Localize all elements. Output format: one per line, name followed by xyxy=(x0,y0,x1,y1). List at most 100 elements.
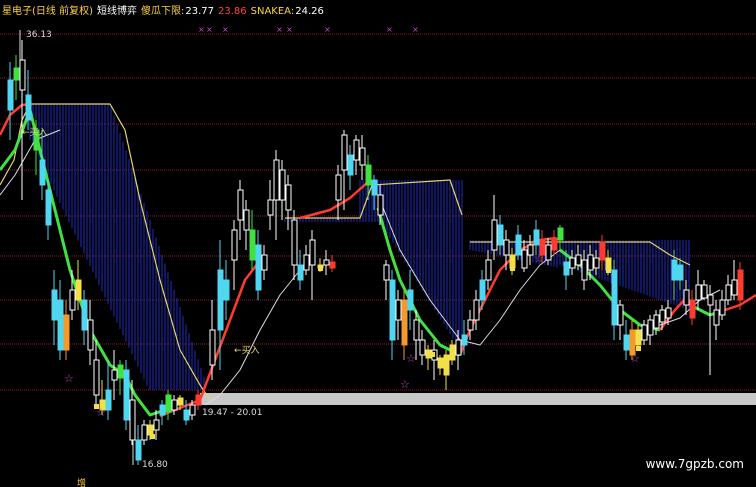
candle-body-57 xyxy=(365,164,372,186)
candle-body-89 xyxy=(557,227,564,241)
candle-body-115 xyxy=(713,309,720,326)
top-cross-marker-7: × xyxy=(412,25,419,34)
candle-body-26 xyxy=(165,394,172,413)
candle-body-34 xyxy=(223,279,230,301)
candle-body-117 xyxy=(725,284,732,301)
signal-dot-3 xyxy=(430,352,435,357)
candle-body-53 xyxy=(341,134,348,171)
top-cross-marker-6: × xyxy=(386,25,393,34)
signal-dot-7 xyxy=(636,346,641,351)
candle-body-52 xyxy=(335,174,342,201)
candle-body-84 xyxy=(527,244,534,256)
candle-body-111 xyxy=(689,299,696,319)
signal-dot-2 xyxy=(318,266,323,271)
candle-body-118 xyxy=(731,279,738,296)
top-cross-marker-4: × xyxy=(286,25,293,34)
candle-body-109 xyxy=(677,264,684,281)
candle-body-5 xyxy=(39,159,46,186)
candle-body-60 xyxy=(383,264,390,281)
bottom-tag: 增 xyxy=(77,479,87,487)
candle-body-66 xyxy=(419,339,426,356)
star-marker-0: ☆ xyxy=(64,372,74,385)
star-marker-3: ☆ xyxy=(406,352,416,365)
candle-body-21 xyxy=(135,439,142,461)
candle-body-8 xyxy=(57,299,64,351)
candle-body-22 xyxy=(141,424,148,441)
chart-stage: ☆ ☆ ☆ ☆ ☆ ☆ × × × × × × × × 星电子(日线 前复权) 短线博弈 傻瓜下限:23.77… xyxy=(0,0,756,487)
candle-body-114 xyxy=(707,294,714,306)
candle-body-43 xyxy=(279,169,286,201)
header-line1-value: 23.77 xyxy=(185,6,214,17)
green-line-1 xyxy=(0,108,166,417)
mid-range-label: 19.47 - 20.01 xyxy=(202,408,263,418)
candle-body-99 xyxy=(617,304,624,326)
buy-signal-label-1: ←买入 xyxy=(22,128,48,138)
candle-body-96 xyxy=(599,241,606,261)
candle-body-108 xyxy=(671,259,678,281)
candle-body-33 xyxy=(217,269,224,331)
header-indicator: 短线博弈 xyxy=(96,6,137,17)
candle-body-92 xyxy=(575,254,582,266)
candle-body-25 xyxy=(159,404,166,416)
candle-body-79 xyxy=(497,224,504,246)
header-line1-label: 傻瓜下限: xyxy=(140,6,185,17)
candle-body-17 xyxy=(111,369,118,381)
top-cross-marker-2: × xyxy=(222,25,229,34)
candle-body-87 xyxy=(545,244,552,261)
candle-body-100 xyxy=(623,334,630,351)
chart-header: 星电子(日线 前复权) 短线博弈 傻瓜下限:23.77 23.86 SNAKEA:24.… xyxy=(2,2,328,17)
candle-body-18 xyxy=(117,364,124,379)
candle-body-45 xyxy=(291,219,298,266)
candle-body-1 xyxy=(13,67,20,81)
top-cross-marker-1: × xyxy=(206,25,213,34)
candle-body-3 xyxy=(25,94,32,121)
candle-body-55 xyxy=(353,139,360,161)
buy-signal-text-2: 买入 xyxy=(241,346,260,356)
red-line-3 xyxy=(299,181,369,220)
candle-body-31 xyxy=(195,394,202,406)
candle-body-7 xyxy=(51,289,58,321)
candle-body-77 xyxy=(485,259,492,281)
candle-body-41 xyxy=(267,199,274,216)
candle-body-85 xyxy=(533,229,540,246)
top-cross-marker-5: × xyxy=(324,25,331,34)
star-marker-5: ☆ xyxy=(630,352,640,365)
candle-body-65 xyxy=(413,319,420,341)
candle-body-12 xyxy=(81,299,88,331)
candle-body-59 xyxy=(377,194,384,216)
candle-body-35 xyxy=(231,229,238,261)
candle-body-71 xyxy=(449,344,456,361)
candle-body-28 xyxy=(177,397,184,406)
candle-body-40 xyxy=(261,254,268,271)
candle-body-46 xyxy=(297,264,304,281)
watermark: www.7gpzb.com xyxy=(645,457,744,471)
header-title: 星电子(日线 前复权) xyxy=(2,6,93,17)
candle-body-11 xyxy=(75,279,82,301)
candle-body-56 xyxy=(359,147,366,166)
candle-body-29 xyxy=(183,409,190,421)
candle-body-30 xyxy=(189,404,196,416)
candle-body-106 xyxy=(659,309,666,323)
candle-body-119 xyxy=(737,269,744,301)
price-band xyxy=(200,393,756,405)
low-label: 16.80 xyxy=(142,460,168,470)
buy-signal-label-2: ←买入 xyxy=(234,346,260,356)
candle-body-36 xyxy=(237,189,244,221)
top-cross-marker-3: × xyxy=(276,25,283,34)
candle-body-13 xyxy=(87,319,94,351)
candle-body-64 xyxy=(407,289,414,311)
candle-body-103 xyxy=(641,324,648,341)
candle-body-107 xyxy=(665,307,672,319)
candle-body-39 xyxy=(255,244,262,291)
header-line3-label: SNAKEA: xyxy=(250,6,295,17)
candle-body-50 xyxy=(323,259,330,266)
candle-body-74 xyxy=(467,319,474,331)
candle-body-90 xyxy=(563,261,570,276)
candle-body-105 xyxy=(653,314,660,329)
candle-body-24 xyxy=(153,419,160,431)
candle-body-14 xyxy=(93,359,100,396)
candle-body-16 xyxy=(105,389,112,411)
candle-body-38 xyxy=(249,229,256,261)
candle-body-72 xyxy=(455,339,462,356)
candle-body-83 xyxy=(521,249,528,269)
